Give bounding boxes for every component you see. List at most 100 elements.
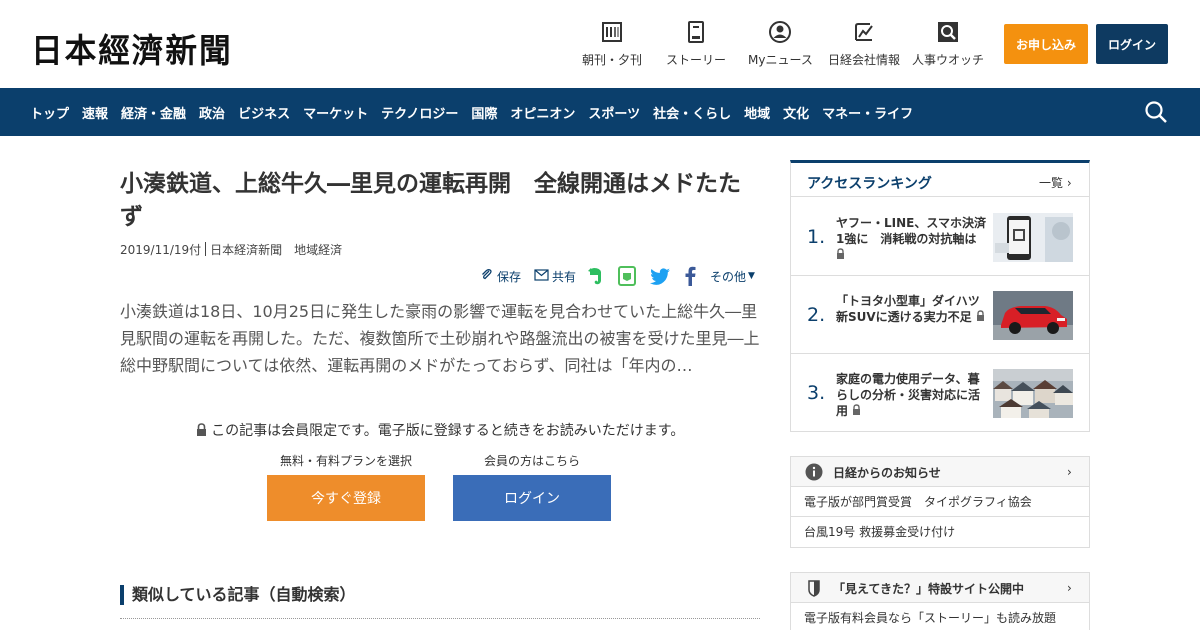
user-icon — [768, 20, 792, 44]
category-international[interactable]: 国際 — [471, 103, 497, 122]
category-money-life[interactable]: マネー・ライフ — [822, 103, 913, 122]
notice-item[interactable]: 台風19号 救援募金受け付け — [791, 517, 1089, 547]
site-logo[interactable]: 日本經濟新聞 — [31, 24, 233, 72]
more-share-button[interactable]: その他 ▼ — [710, 264, 755, 288]
magnifier-icon — [936, 20, 960, 44]
category-sokuho[interactable]: 速報 — [82, 103, 108, 122]
section-accent-bar — [120, 585, 124, 605]
promo-box: 「見えてきた？」特設サイト公開中 › 電子版有料会員なら「ストーリー」も読み放題 — [790, 572, 1090, 630]
ranking-more-label: 一覧 — [1039, 176, 1064, 190]
shield-icon — [805, 579, 823, 597]
ranking-item-text: ヤフー・LINE、スマホ決済1強に 消耗戦の対抗軸は — [836, 216, 986, 246]
lock-icon — [852, 404, 861, 418]
notice-item[interactable]: 電子版が部門賞受賞 タイポグラフィ協会 — [791, 487, 1089, 517]
promo-item[interactable]: 電子版有料会員なら「ストーリー」も読み放題 — [791, 603, 1089, 630]
smartphone-payment-thumbnail — [993, 213, 1073, 262]
category-sports[interactable]: スポーツ — [588, 103, 640, 122]
rank-number: 1. — [807, 226, 826, 248]
notices-title: 日経からのお知らせ — [833, 466, 941, 480]
apply-button[interactable]: お申し込み — [1004, 24, 1088, 64]
notices-header[interactable]: 日経からのお知らせ › — [791, 457, 1089, 487]
category-navbar: トップ 速報 経済・金融 政治 ビジネス マーケット テクノロジー 国際 オピニ… — [0, 88, 1200, 136]
category-technology[interactable]: テクノロジー — [381, 103, 458, 122]
ranking-item[interactable]: 2. 「トヨタ小型車」ダイハツ 新SUVに透ける実力不足 — [791, 276, 1089, 354]
article-date: 2019/11/19付 — [120, 243, 202, 257]
article-login-button[interactable]: ログイン — [453, 475, 611, 521]
header-nav-label: ストーリー — [666, 53, 727, 67]
header-nav-company[interactable]: 日経会社情報 — [828, 20, 900, 68]
rank-number: 2. — [807, 304, 826, 326]
save-label: 保存 — [497, 269, 522, 284]
search-icon[interactable] — [1144, 100, 1168, 124]
header-login-button[interactable]: ログイン — [1096, 24, 1168, 64]
save-button[interactable]: 保存 — [480, 264, 521, 288]
info-icon — [805, 463, 823, 481]
header-nav-label: 日経会社情報 — [828, 53, 901, 67]
section-divider — [120, 618, 760, 619]
newspaper-icon — [600, 20, 624, 44]
caret-down-icon: ▼ — [748, 271, 755, 281]
ranking-item[interactable]: 1. ヤフー・LINE、スマホ決済1強に 消耗戦の対抗軸は — [791, 198, 1089, 276]
ranking-item-title: 家庭の電力使用データ、暮らしの分析・災害対応に活用 — [836, 371, 988, 419]
evernote-icon[interactable] — [586, 264, 604, 288]
category-economy[interactable]: 経済・金融 — [121, 103, 186, 122]
article-meta: 2019/11/19付 日本経済新聞 地域経済 — [120, 241, 342, 258]
nikkei-notices: 日経からのお知らせ › 電子版が部門賞受賞 タイポグラフィ協会 台風19号 救援… — [790, 456, 1090, 548]
category-list: トップ 速報 経済・金融 政治 ビジネス マーケット テクノロジー 国際 オピニ… — [30, 88, 926, 136]
chevron-right-icon: › — [1067, 465, 1072, 479]
ranking-item-title: 「トヨタ小型車」ダイハツ 新SUVに透ける実力不足 — [836, 293, 992, 325]
ranking-item-text: 「トヨタ小型車」ダイハツ 新SUVに透ける実力不足 — [836, 294, 992, 324]
category-culture[interactable]: 文化 — [783, 103, 809, 122]
twitter-icon[interactable] — [650, 264, 670, 288]
memo-icon[interactable] — [618, 264, 636, 288]
site-header: 日本經濟新聞 朝刊・夕刊 ストーリー Myニュース 日経会社情報 人事ウオッチ … — [0, 0, 1200, 88]
plan-select-label: 無料・有料プランを選択 — [280, 454, 413, 468]
category-top[interactable]: トップ — [30, 103, 69, 122]
similar-articles-heading: 類似している記事（自動検索） — [132, 585, 356, 604]
header-nav-label: 朝刊・夕刊 — [582, 53, 643, 67]
members-only-text: この記事は会員限定です。電子版に登録すると続きをお読みいただけます。 — [211, 423, 685, 439]
category-society[interactable]: 社会・くらし — [653, 103, 731, 122]
more-label: その他 — [710, 269, 747, 284]
header-nav-newspaper[interactable]: 朝刊・夕刊 — [582, 20, 642, 68]
register-now-button[interactable]: 今すぐ登録 — [267, 475, 425, 521]
category-opinion[interactable]: オピニオン — [510, 103, 575, 122]
ranking-header: アクセスランキング 一覧 › — [791, 163, 1089, 197]
category-business[interactable]: ビジネス — [238, 103, 290, 122]
chart-icon — [852, 20, 876, 44]
story-icon — [684, 20, 708, 44]
category-market[interactable]: マーケット — [303, 103, 368, 122]
member-login-label: 会員の方はこちら — [484, 454, 581, 468]
chevron-right-icon: › — [1066, 176, 1072, 190]
lock-icon — [976, 310, 985, 324]
header-nav-label: 人事ウオッチ — [912, 53, 985, 67]
ranking-more-link[interactable]: 一覧 › — [1039, 174, 1072, 191]
article-headline: 小湊鉄道、上総牛久―里見の運転再開 全線開通はメドたたず — [120, 171, 741, 230]
meta-divider — [205, 242, 207, 256]
ranking-item[interactable]: 3. 家庭の電力使用データ、暮らしの分析・災害対応に活用 — [791, 354, 1089, 432]
red-suv-thumbnail — [993, 291, 1073, 340]
similar-articles-section: 類似している記事（自動検索） — [120, 585, 760, 619]
rank-number: 3. — [807, 382, 826, 404]
paperclip-icon — [480, 268, 494, 285]
mail-icon — [534, 268, 549, 284]
category-region[interactable]: 地域 — [744, 103, 770, 122]
share-label: 共有 — [552, 269, 577, 284]
header-nav-label: Myニュース — [748, 53, 813, 67]
share-button[interactable]: 共有 — [534, 264, 576, 288]
lock-icon — [196, 423, 207, 439]
header-nav-mynews[interactable]: Myニュース — [748, 20, 813, 68]
lock-icon — [836, 248, 845, 262]
share-toolbar: 保存 共有 その他 ▼ — [480, 264, 760, 288]
ranking-item-title: ヤフー・LINE、スマホ決済1強に 消耗戦の対抗軸は — [836, 215, 988, 263]
promo-title: 「見えてきた？」特設サイト公開中 — [833, 582, 1025, 596]
chevron-right-icon: › — [1067, 581, 1072, 595]
article-lead: 小湊鉄道は18日、10月25日に発生した豪雨の影響で運転を見合わせていた上総牛久… — [120, 302, 760, 375]
access-ranking: アクセスランキング 一覧 › 1. ヤフー・LINE、スマホ決済1強に 消耗戦の… — [790, 160, 1090, 432]
promo-header[interactable]: 「見えてきた？」特設サイト公開中 › — [791, 573, 1089, 603]
category-politics[interactable]: 政治 — [199, 103, 225, 122]
header-nav-jinji[interactable]: 人事ウオッチ — [912, 20, 984, 68]
header-nav-story[interactable]: ストーリー — [666, 20, 726, 68]
members-only-notice: この記事は会員限定です。電子版に登録すると続きをお読みいただけます。 — [120, 420, 760, 440]
facebook-icon[interactable] — [684, 264, 696, 288]
